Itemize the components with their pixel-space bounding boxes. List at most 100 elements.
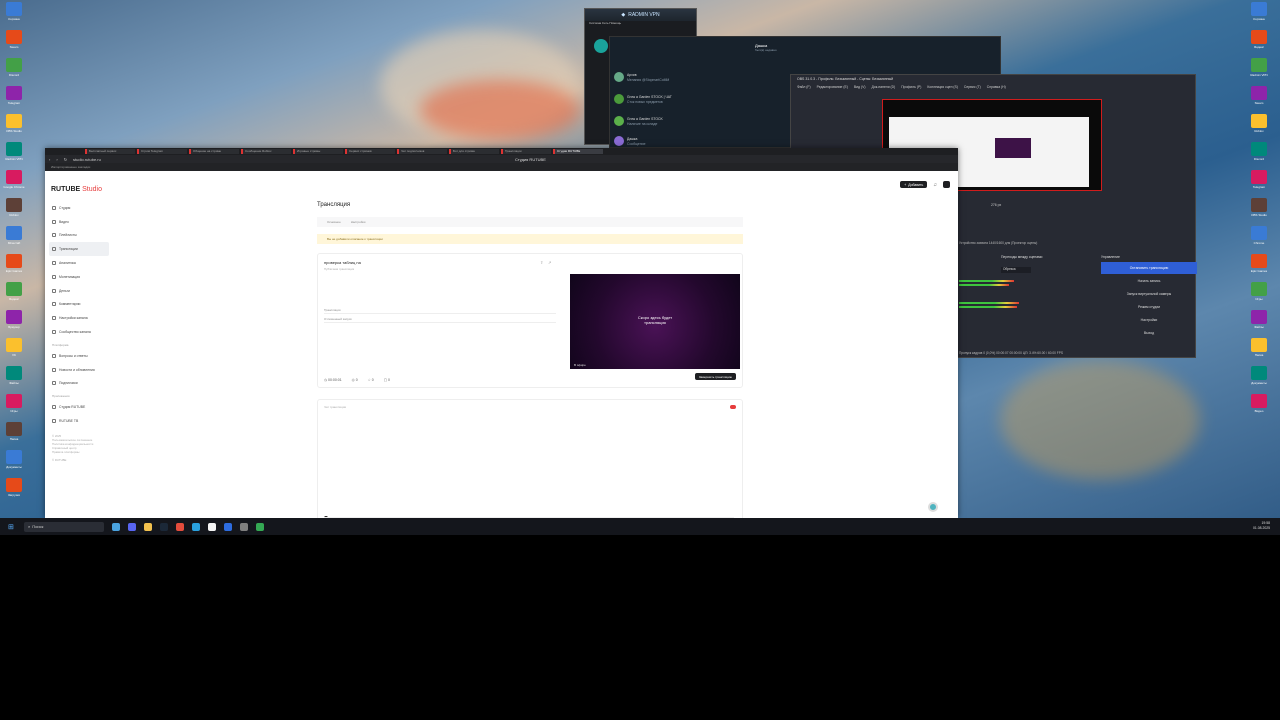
settings-button[interactable]: Настройки	[1101, 314, 1197, 326]
sidebar-item-faq[interactable]: Вопросы и ответы	[49, 349, 109, 363]
desktop-icon[interactable]: Minecraft	[3, 226, 25, 250]
desktop-icon[interactable]: Discord	[3, 58, 25, 82]
desktop-icon[interactable]: Roblox	[1248, 114, 1270, 138]
exit-button[interactable]: Выход	[1101, 327, 1197, 339]
stream-preview[interactable]: Скоро здесь будет трансляция В эфире	[570, 274, 740, 369]
chat-toggle[interactable]	[730, 405, 736, 409]
sidebar-item-app-tv[interactable]: RUTUBE ТВ	[49, 414, 109, 428]
desktop-icon[interactable]: Яндекс	[1248, 30, 1270, 54]
stream-row[interactable]: Трансляция	[324, 308, 556, 314]
menu-item[interactable]: Коллекция сцен (S)	[927, 85, 958, 89]
chrome-icon[interactable]	[256, 522, 264, 531]
chat-item[interactable]: Grow a Garden STOCK Наличие на складе	[614, 111, 749, 131]
desktop-icon[interactable]: Файлы	[3, 366, 25, 390]
desktop-icon[interactable]: OBS Studio	[1248, 198, 1270, 222]
desktop-icon[interactable]: Файлы	[1248, 310, 1270, 334]
help-button[interactable]	[928, 502, 938, 512]
roblox-icon[interactable]	[208, 522, 216, 531]
external-link-icon[interactable]: ↗	[548, 260, 551, 265]
menu-item[interactable]: Файл (F)	[797, 85, 811, 89]
add-button[interactable]: + Добавить	[900, 181, 928, 188]
browser-tab-active[interactable]: Студия RUTUBE	[553, 149, 603, 154]
obs-icon[interactable]	[240, 522, 248, 531]
system-tray[interactable]: 19:58 01.08.2025	[1253, 521, 1270, 531]
menu-item[interactable]: Вид (V)	[854, 85, 866, 89]
desktop-icon[interactable]: Epic Games	[3, 254, 25, 278]
sidebar-item-news[interactable]: Новости и обновления	[49, 363, 109, 377]
start-record-button[interactable]: Начать запись	[1101, 275, 1197, 287]
sidebar-item-channel-settings[interactable]: Настройки канала	[49, 311, 109, 325]
desktop-icon[interactable]: VK	[3, 338, 25, 362]
desktop-icon[interactable]: Загрузки	[3, 478, 25, 502]
desktop-icon[interactable]: Chrome	[1248, 226, 1270, 250]
browser-window[interactable]: Бесплатный сервис Стрим Telegram Общение…	[45, 148, 958, 535]
browser-tab[interactable]: Общение на стриме	[189, 149, 239, 154]
tab-settings[interactable]: Настройки	[351, 220, 366, 224]
sidebar-item-subscribers[interactable]: Подписчики	[49, 377, 109, 391]
browser-tab[interactable]: Бесплатный сервис	[85, 149, 135, 154]
sidebar-item-monetization[interactable]: Монетизация	[49, 270, 109, 284]
forward-icon[interactable]: ›	[56, 157, 57, 162]
desktop-icon[interactable]: Radmin VPN	[3, 142, 25, 166]
menu-item[interactable]: Профиль (P)	[901, 85, 921, 89]
menu-item[interactable]: Сервис (T)	[964, 85, 981, 89]
telegram-icon[interactable]	[192, 522, 200, 531]
stream-row[interactable]: Отложенный запуск	[324, 317, 556, 323]
share-icon[interactable]: ⇪	[540, 260, 543, 265]
desktop-icon[interactable]: Игры	[1248, 282, 1270, 306]
menu-item[interactable]: Справка (H)	[987, 85, 1006, 89]
desktop-icon[interactable]: Google Chrome	[3, 170, 25, 194]
windows-icon[interactable]: ⊞	[8, 523, 14, 531]
power-icon[interactable]	[594, 39, 608, 53]
browser-tab[interactable]: Чат подписчиков	[397, 149, 447, 154]
bookmark-item[interactable]: Импортированные закладки	[51, 165, 90, 169]
radmin-menu[interactable]: Система Сеть Помощь	[585, 21, 696, 27]
yandex-icon[interactable]	[176, 522, 184, 531]
scene-select[interactable]: Обрезка	[1001, 267, 1031, 273]
sidebar-item-playlists[interactable]: Плейлисты	[49, 229, 109, 243]
sidebar-item-video[interactable]: Видео	[49, 215, 109, 229]
sidebar-item-community[interactable]: Сообщество канала	[49, 325, 109, 339]
browser-tab[interactable]: Сервис стримов	[345, 149, 395, 154]
avatar[interactable]	[943, 181, 950, 188]
reload-icon[interactable]: ↻	[64, 157, 67, 162]
browser-tab[interactable]: Бот для стрима	[449, 149, 499, 154]
back-icon[interactable]: ‹	[49, 157, 50, 162]
desktop-icon[interactable]: Корзина	[1248, 2, 1270, 26]
browser-tab[interactable]: Игровые стримы	[293, 149, 343, 154]
desktop-icon[interactable]: Radmin VPN	[1248, 58, 1270, 82]
desktop-icon[interactable]: OBS Studio	[3, 114, 25, 138]
sidebar-item-analytics[interactable]: Аналитика	[49, 256, 109, 270]
desktop-icon[interactable]: Игры	[3, 394, 25, 418]
desktop-icon[interactable]: Браузер	[3, 310, 25, 334]
sidebar-item-app-studio[interactable]: Студия RUTUBE	[49, 400, 109, 414]
sidebar-item-studio[interactable]: Студия	[49, 201, 109, 215]
desktop-icon[interactable]: Папка	[3, 422, 25, 446]
desktop-icon[interactable]: Steam	[1248, 86, 1270, 110]
sidebar-item-money[interactable]: Деньги	[49, 284, 109, 298]
stop-stream-button[interactable]: Остановить трансляцию	[1101, 262, 1197, 274]
logo[interactable]: RUTUBE Studio	[51, 186, 102, 193]
chat-item[interactable]: Grow a Garden STOCK | ЧАТ Сток новых пред…	[614, 89, 749, 109]
desktop-icon[interactable]: Документы	[1248, 366, 1270, 390]
folder-icon[interactable]	[144, 522, 152, 531]
menu-item[interactable]: Док-панели (D)	[872, 85, 896, 89]
desktop-icon[interactable]: Roblox	[3, 198, 25, 222]
discord-icon[interactable]	[128, 522, 136, 531]
studio-mode-button[interactable]: Режим студии	[1101, 301, 1197, 313]
obs-menubar[interactable]: Файл (F) Редактирование (E) Вид (V) Док-…	[791, 83, 1195, 90]
desktop-icon[interactable]: Epic Games	[1248, 254, 1270, 278]
desktop-icon[interactable]: Видео	[1248, 394, 1270, 418]
url-field[interactable]: studio.rutube.ru	[73, 157, 101, 162]
sidebar-item-comments[interactable]: Комментарии	[49, 298, 109, 312]
desktop-icon[interactable]: Steam	[3, 30, 25, 54]
sidebar-item-streams[interactable]: Трансляции	[49, 242, 109, 257]
task-view-icon[interactable]	[112, 522, 120, 531]
desktop-icon[interactable]: Корзина	[3, 2, 25, 26]
browser-tab[interactable]: Сообщение Roblox	[241, 149, 291, 154]
desktop-icon[interactable]: Яндекс	[3, 282, 25, 306]
desktop-icon[interactable]: Discord	[1248, 142, 1270, 166]
browser-tab[interactable]: Трансляции	[501, 149, 551, 154]
chat-item[interactable]: Архив Мелания @StopmartCoMM	[614, 67, 749, 87]
bell-icon[interactable]: ♫	[933, 182, 937, 188]
